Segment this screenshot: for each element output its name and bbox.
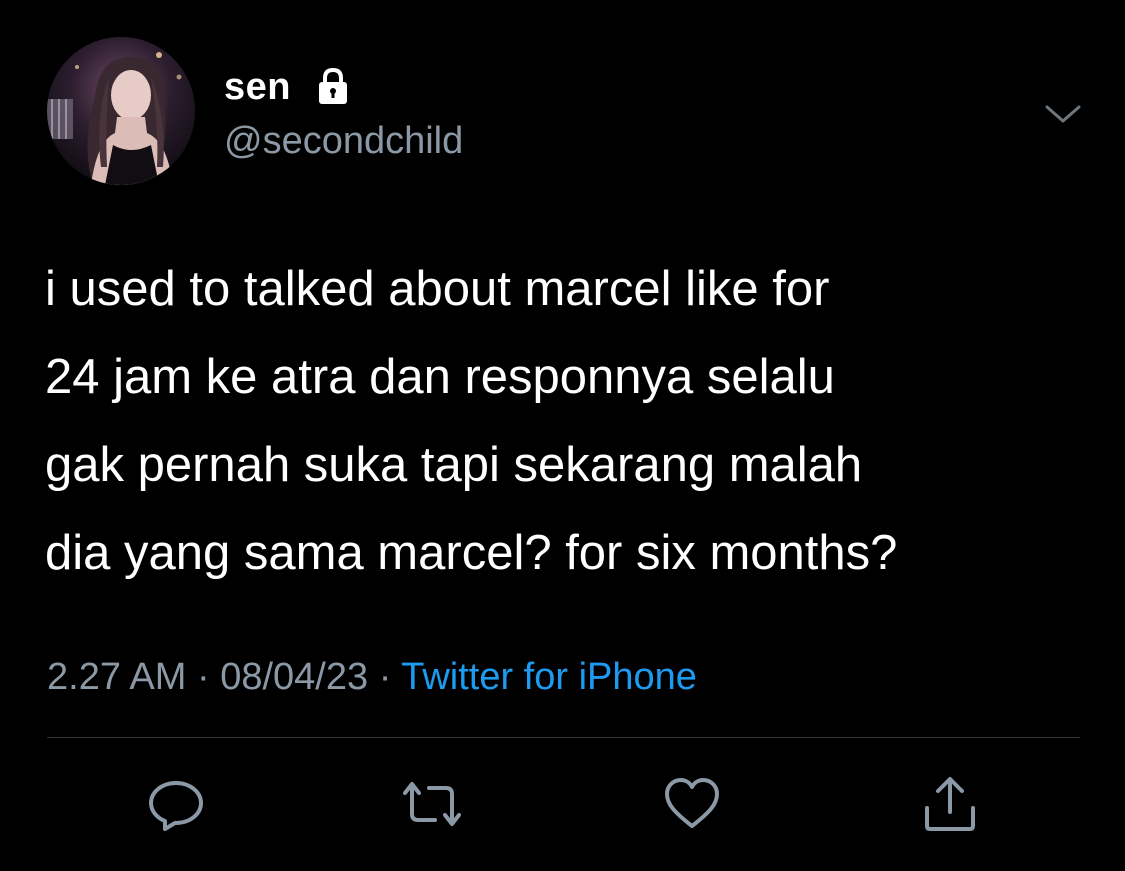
tweet-text-line: i used to talked about marcel like for bbox=[45, 262, 830, 316]
tweet-text: i used to talked about marcel like for 2… bbox=[45, 245, 1105, 597]
divider bbox=[47, 737, 1080, 738]
share-icon[interactable] bbox=[920, 774, 980, 834]
display-name[interactable]: sen bbox=[224, 62, 291, 112]
reply-icon[interactable] bbox=[146, 774, 206, 834]
tweet-text-line: dia yang sama marcel? for six months? bbox=[45, 526, 898, 580]
avatar-image bbox=[47, 37, 195, 185]
username[interactable]: @secondchild bbox=[224, 116, 463, 166]
meta-separator: · bbox=[196, 656, 210, 698]
tweet-date[interactable]: 08/04/23 bbox=[220, 656, 368, 698]
heart-icon[interactable] bbox=[662, 774, 722, 834]
tweet-text-line: gak pernah suka tapi sekarang malah bbox=[45, 438, 863, 492]
tweet-text-line: 24 jam ke atra dan responnya selalu bbox=[45, 350, 835, 404]
lock-icon bbox=[319, 67, 347, 104]
tweet-card: sen @secondchild i used to talked about … bbox=[0, 0, 1125, 871]
chevron-down-icon[interactable] bbox=[1043, 99, 1083, 129]
retweet-icon[interactable] bbox=[402, 774, 462, 834]
tweet-meta: 2.27 AM · 08/04/23 · Twitter for iPhone bbox=[47, 652, 697, 702]
tweet-time[interactable]: 2.27 AM bbox=[47, 656, 186, 698]
tweet-source-link[interactable]: Twitter for iPhone bbox=[401, 656, 697, 698]
meta-separator: · bbox=[378, 656, 392, 698]
avatar[interactable] bbox=[47, 37, 195, 185]
